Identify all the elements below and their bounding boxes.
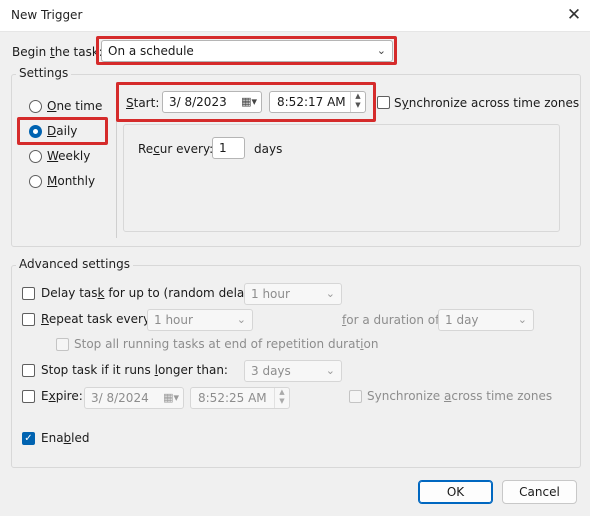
- highlight-start: [116, 82, 376, 122]
- time-spinner-icon[interactable]: ▲ ▼: [274, 388, 289, 408]
- highlight-begin-task: [96, 36, 397, 65]
- window-title: New Trigger: [11, 8, 83, 22]
- option-weekly-label[interactable]: Weekly: [47, 149, 90, 163]
- repeat-task-label[interactable]: Repeat task every:: [41, 312, 153, 326]
- expire-date-value: 3/ 8/2024: [91, 391, 149, 405]
- advanced-settings-title: Advanced settings: [16, 257, 133, 271]
- repeat-duration-value: 1 day: [445, 313, 479, 327]
- title-bar: [0, 0, 590, 32]
- highlight-daily: [17, 117, 108, 145]
- repeat-duration-dropdown[interactable]: 1 day ⌄: [438, 309, 534, 331]
- chevron-down-icon: ⌄: [325, 287, 335, 300]
- expire-sync-label[interactable]: Synchronize across time zones: [367, 389, 552, 403]
- duration-label: for a duration of:: [342, 313, 443, 327]
- enabled-checkbox[interactable]: ✓: [22, 432, 35, 445]
- cancel-button[interactable]: Cancel: [502, 480, 577, 504]
- option-monthly-label[interactable]: Monthly: [47, 174, 95, 188]
- recur-every-label: Recur every:: [138, 142, 214, 156]
- chevron-down-icon: ⌄: [236, 313, 246, 326]
- stop-task-longer-checkbox[interactable]: [22, 364, 35, 377]
- stop-task-longer-label[interactable]: Stop task if it runs longer than:: [41, 363, 228, 377]
- repeat-task-checkbox[interactable]: [22, 313, 35, 326]
- sync-timezones-label[interactable]: Synchronize across time zones: [394, 96, 579, 110]
- settings-group-title: Settings: [16, 66, 72, 80]
- close-icon[interactable]: ✕: [562, 3, 586, 27]
- repeat-interval-value: 1 hour: [154, 313, 193, 327]
- enabled-label[interactable]: Enabled: [41, 431, 90, 445]
- chevron-down-icon: ⌄: [517, 313, 527, 326]
- expire-checkbox[interactable]: [22, 390, 35, 403]
- stop-task-duration-value: 3 days: [251, 364, 291, 378]
- delay-task-checkbox[interactable]: [22, 287, 35, 300]
- option-one-time-label[interactable]: One time: [47, 99, 102, 113]
- radio-one-time[interactable]: [29, 100, 42, 113]
- chevron-down-icon: ⌄: [325, 364, 335, 377]
- radio-monthly[interactable]: [29, 175, 42, 188]
- stop-task-duration-dropdown[interactable]: 3 days ⌄: [244, 360, 342, 382]
- expire-time-value: 8:52:25 AM: [198, 391, 267, 405]
- sync-timezones-checkbox[interactable]: [377, 96, 390, 109]
- expire-time-field[interactable]: 8:52:25 AM ▲ ▼: [190, 387, 290, 409]
- delay-task-label[interactable]: Delay task for up to (random delay):: [41, 286, 260, 300]
- delay-duration-value: 1 hour: [251, 287, 290, 301]
- recurrence-panel: [123, 124, 560, 232]
- stop-all-tasks-label[interactable]: Stop all running tasks at end of repetit…: [74, 337, 378, 351]
- expire-date-picker[interactable]: 3/ 8/2024 ▦▾: [84, 387, 184, 409]
- recur-every-input[interactable]: 1: [212, 137, 245, 159]
- stop-all-tasks-checkbox[interactable]: [56, 338, 69, 351]
- ok-button[interactable]: OK: [418, 480, 493, 504]
- expire-sync-checkbox[interactable]: [349, 390, 362, 403]
- check-icon: ✓: [24, 433, 33, 444]
- expire-label[interactable]: Expire:: [41, 389, 83, 403]
- repeat-interval-dropdown[interactable]: 1 hour ⌄: [147, 309, 253, 331]
- delay-duration-dropdown[interactable]: 1 hour ⌄: [244, 283, 342, 305]
- calendar-icon[interactable]: ▦▾: [163, 388, 179, 408]
- recur-unit-label: days: [254, 142, 283, 156]
- begin-task-label: Begin the task:: [12, 45, 103, 59]
- radio-weekly[interactable]: [29, 150, 42, 163]
